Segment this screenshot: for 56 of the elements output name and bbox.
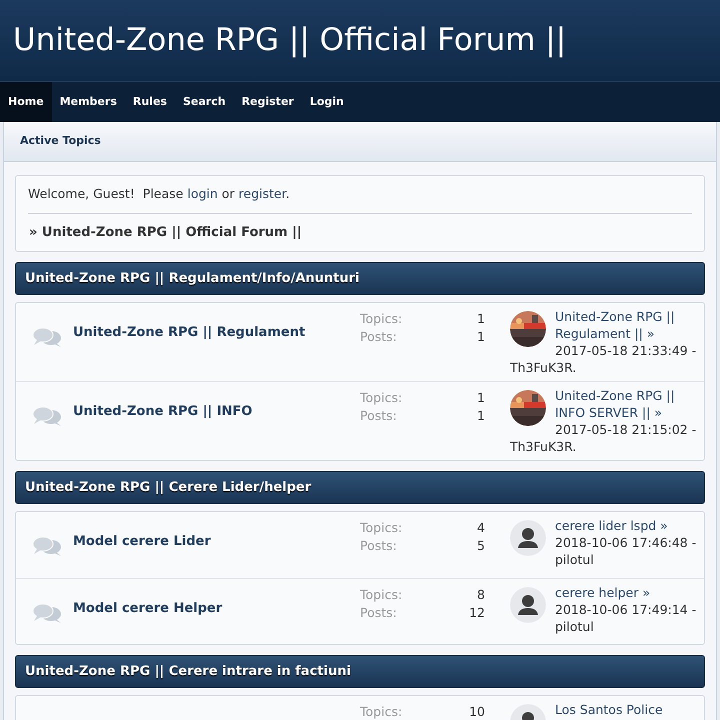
nav-link[interactable]: Search [174,82,234,122]
welcome-message: Welcome, Guest! Please login or register. [28,176,692,214]
topics-label: Topics: [360,703,402,720]
topics-count: 1 [476,310,485,328]
board-title[interactable]: United-Zone RPG || INFO [73,402,252,421]
topics-label: Topics: [360,519,402,537]
category-title[interactable]: United-Zone RPG || Regulament/Info/Anunturi [25,269,360,288]
posts-count: 1 [476,406,485,424]
posts-count: 12 [468,604,485,622]
posts-label: Posts: [360,604,398,622]
posts-label: Posts: [360,536,398,554]
nav-link[interactable]: Home [0,82,52,122]
chat-bubbles-icon [32,602,62,624]
topics-count: 8 [476,586,485,604]
topics-count: 10 [468,703,485,720]
chat-bubbles-icon [32,405,62,428]
category-title[interactable]: United-Zone RPG || Cerere Lider/helper [25,478,312,498]
register-link[interactable]: register [238,186,286,201]
last-post-author: pilotul [554,618,595,636]
topics-label: Topics: [360,389,402,407]
posts-count: 5 [476,536,485,554]
last-post-date: 2018-10-06 17:46:48 - [554,534,698,552]
avatar-icon [510,520,546,556]
active-topics-link[interactable]: Active Topics [20,133,101,150]
last-post-link[interactable]: cerere lider lspd » [510,517,700,534]
site-title: United-Zone RPG || Official Forum || [13,25,566,56]
last-post-link[interactable]: United-Zone RPG || INFO SERVER || » [510,387,700,422]
last-post-link[interactable]: cerere helper » [510,584,700,602]
board-title[interactable]: United-Zone RPG || Regulament [73,322,306,342]
chat-bubbles-icon [32,326,62,348]
topics-label: Topics: [360,586,402,604]
last-post-link[interactable]: United-Zone RPG || Regulament || » [510,308,700,342]
last-post-date: 2018-10-06 17:49:14 - [554,601,698,618]
avatar-icon [510,587,546,624]
breadcrumb[interactable]: » United-Zone RPG || Official Forum || [28,214,692,252]
topics-label: Topics: [360,310,402,328]
last-post-link[interactable]: Los Santos Police [510,701,700,718]
nav-link[interactable]: Rules [124,82,175,122]
nav-link[interactable]: Login [302,82,352,122]
posts-count: 1 [476,328,485,346]
last-post-date: 2017-05-18 21:33:49 - [554,342,698,360]
board-title[interactable]: Model cerere Helper [73,598,222,618]
category-title[interactable]: United-Zone RPG || Cerere intrare in factiuni [25,662,351,682]
board-title[interactable]: Model cerere Lider [73,532,211,551]
login-link[interactable]: login [187,186,218,201]
last-post-author: Th3FuK3R. [510,359,578,376]
topics-count: 1 [476,389,485,407]
last-post-author: Th3FuK3R. [510,438,578,456]
last-post-date: 2017-05-18 21:15:02 - [554,421,698,438]
last-post-author: pilotul [554,551,595,568]
nav-link[interactable]: Members [52,82,125,122]
nav-link[interactable]: Register [234,82,302,122]
posts-label: Posts: [360,406,398,424]
topics-count: 4 [476,519,485,537]
chat-bubbles-icon [32,535,62,558]
posts-label: Posts: [360,328,398,346]
